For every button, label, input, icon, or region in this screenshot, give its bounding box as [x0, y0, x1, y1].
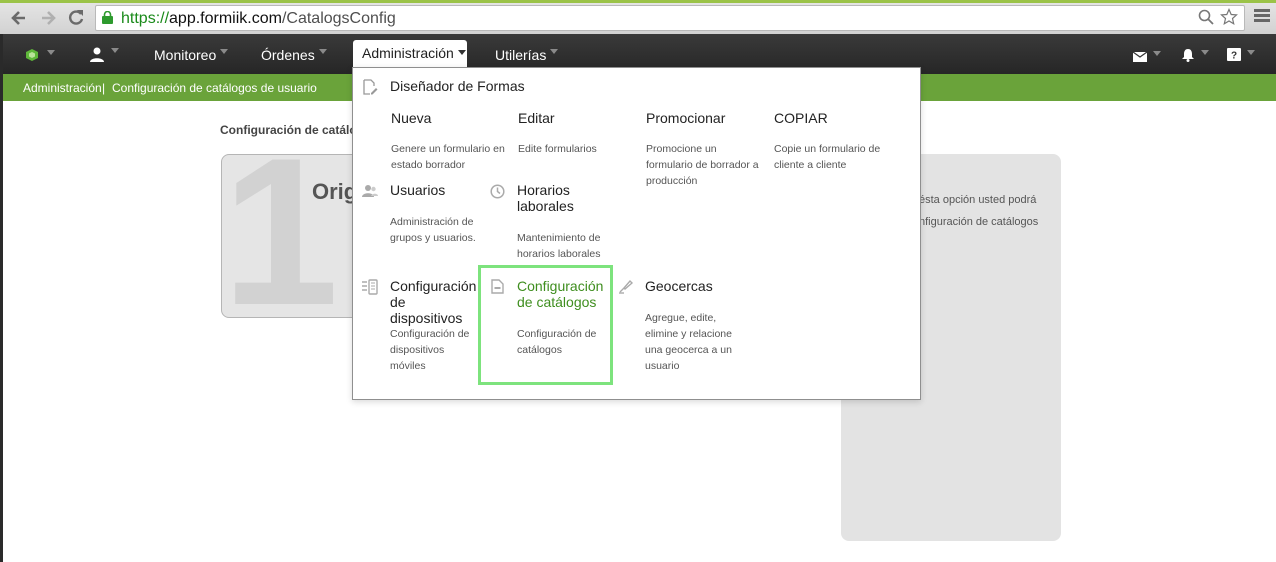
menu-item-desc: Copie un formulario de cliente a cliente — [774, 143, 881, 171]
url-text: https://app.formiik.com/CatalogsConfig — [121, 10, 396, 27]
nav-ordenes-label: Órdenes — [261, 47, 315, 63]
hamburger-menu-icon[interactable] — [1254, 9, 1270, 23]
menu-item-horarios[interactable]: Horarios laborales — [517, 182, 587, 214]
administracion-dropdown: Diseñador de Formas Nueva Genere un form… — [352, 67, 921, 400]
window-edge — [0, 34, 3, 562]
bell-icon[interactable] — [1181, 48, 1209, 65]
page-title: Configuración de catálo — [220, 123, 357, 137]
browser-toolbar: https://app.formiik.com/CatalogsConfig — [0, 0, 1276, 34]
lock-icon — [102, 11, 113, 24]
forward-arrow-icon[interactable] — [38, 8, 58, 33]
menu-section-title: Diseñador de Formas — [390, 78, 525, 94]
reload-icon[interactable] — [66, 8, 86, 33]
magnifier-icon[interactable] — [1198, 9, 1214, 30]
back-arrow-icon[interactable] — [9, 8, 29, 33]
menu-item-copiar[interactable]: COPIAR — [774, 110, 828, 126]
menu-item-desc: Genere un formulario en estado borrador — [391, 143, 505, 171]
app-logo-icon[interactable] — [25, 48, 55, 65]
nav-administracion-label: Administración — [362, 45, 454, 61]
clock-icon — [490, 184, 505, 204]
menu-item-desc: Administración de grupos y usuarios. — [390, 216, 476, 244]
user-icon[interactable] — [89, 46, 119, 65]
chevron-down-icon — [318, 49, 327, 54]
menu-item-desc: Edite formularios — [518, 143, 597, 155]
menu-item-desc: Mantenimiento de horarios laborales — [517, 232, 601, 260]
info-text-line: ésta opción usted podrá — [919, 194, 1037, 206]
nav-monitoreo-label: Monitoreo — [154, 47, 217, 63]
breadcrumb-current: Configuración de catálogos de usuario — [112, 81, 317, 95]
nav-utilerias[interactable]: Utilerías — [495, 47, 559, 63]
info-text-line: nfiguración de catálogos — [919, 216, 1039, 228]
nav-monitoreo[interactable]: Monitoreo — [154, 47, 229, 63]
menu-item-desc: Configuración de dispositivos móviles — [390, 328, 470, 372]
catalog-file-icon — [491, 279, 504, 299]
menu-item-dispositivos[interactable]: Configuración de dispositivos — [390, 278, 480, 326]
breadcrumb-separator: | — [102, 81, 106, 95]
chevron-down-icon — [220, 49, 229, 54]
menu-item-desc: Promocione un formulario de borrador a p… — [646, 143, 759, 187]
star-icon[interactable] — [1220, 8, 1238, 31]
breadcrumb-administracion[interactable]: Administración — [23, 81, 102, 95]
menu-item-editar[interactable]: Editar — [518, 110, 555, 126]
menu-item-usuarios[interactable]: Usuarios — [390, 182, 445, 198]
menu-item-desc: Configuración de catálogos — [517, 328, 597, 356]
nav-utilerias-label: Utilerías — [495, 47, 547, 63]
help-icon[interactable]: ? — [1227, 48, 1255, 64]
address-bar[interactable]: https://app.formiik.com/CatalogsConfig — [95, 5, 1245, 31]
devices-icon — [361, 279, 378, 300]
step-title: Orig — [312, 179, 358, 204]
menu-item-nueva[interactable]: Nueva — [391, 110, 431, 126]
geofence-icon — [618, 278, 634, 299]
chevron-down-icon — [550, 49, 559, 54]
chevron-down-icon — [457, 50, 466, 55]
users-icon — [362, 184, 378, 203]
menu-item-desc: Agregue, edite, elimine y relacione una … — [645, 312, 732, 372]
svg-text:?: ? — [1231, 51, 1237, 62]
nav-ordenes[interactable]: Órdenes — [261, 47, 327, 63]
menu-item-promocionar[interactable]: Promocionar — [646, 110, 725, 126]
form-designer-icon — [362, 79, 378, 100]
mail-icon[interactable] — [1132, 49, 1161, 65]
menu-item-geocercas[interactable]: Geocercas — [645, 278, 713, 294]
menu-item-catalogos[interactable]: Configuración de catálogos — [517, 278, 607, 310]
